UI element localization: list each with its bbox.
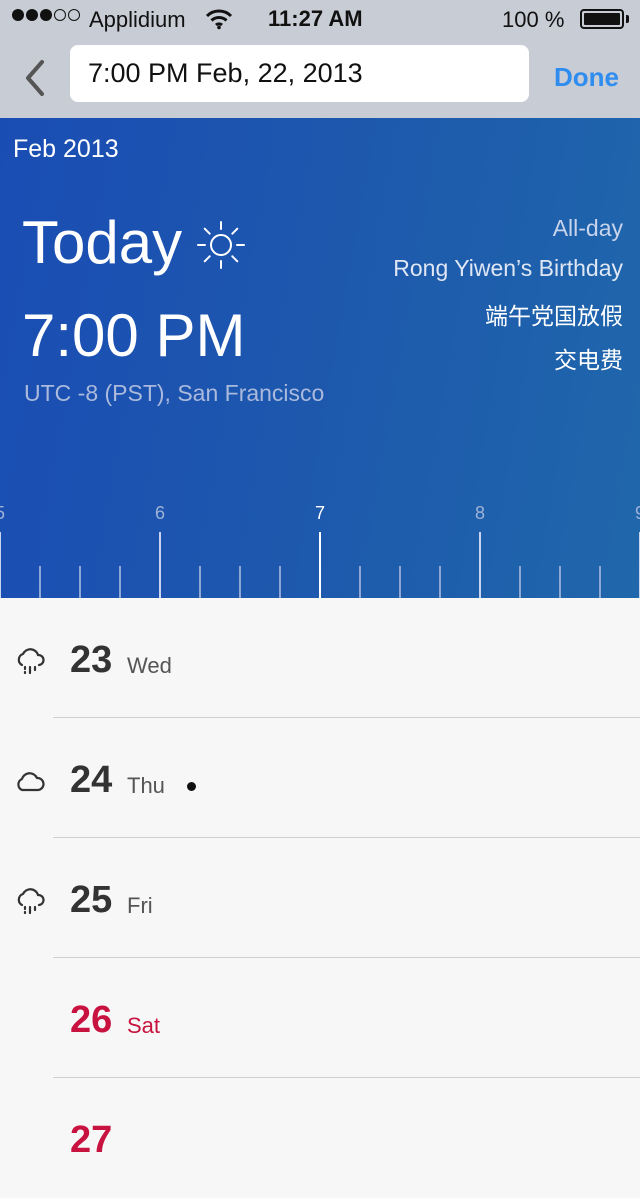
event-all-day-header[interactable]: All-day xyxy=(553,215,623,242)
rain-cloud-icon xyxy=(14,646,46,683)
day-number: 27 xyxy=(70,1119,113,1161)
battery-icon xyxy=(580,9,624,29)
ruler-current-tick xyxy=(319,532,321,598)
day-name: Fri xyxy=(127,893,153,918)
day-row[interactable]: 25 Fri xyxy=(0,838,640,958)
day-row-weekend[interactable]: 26 Sat xyxy=(0,958,640,1078)
ruler-hour-tick xyxy=(159,532,161,598)
day-name: Thu xyxy=(127,773,165,798)
ruler-hour-label-active: 7 xyxy=(314,503,326,523)
clock: 11:27 AM xyxy=(268,6,363,31)
ruler-minor-tick xyxy=(279,566,281,598)
timezone-label: UTC -8 (PST), San Francisco xyxy=(24,380,325,406)
ruler-minor-tick xyxy=(599,566,601,598)
battery-tip xyxy=(626,15,629,23)
day-row[interactable]: 24 Thu xyxy=(0,718,640,838)
rain-cloud-icon xyxy=(14,886,46,923)
time-ruler-slider[interactable]: 5 6 7 8 9 xyxy=(0,498,640,598)
signal-strength-icon xyxy=(12,9,80,21)
ruler-minor-tick xyxy=(519,566,521,598)
ruler-hour-label: 8 xyxy=(474,503,486,523)
ruler-minor-tick xyxy=(79,566,81,598)
ruler-hour-tick xyxy=(0,532,1,598)
day-name: Wed xyxy=(127,653,172,678)
status-bar: Applidium 11:27 AM 100 % xyxy=(0,0,640,40)
ruler-hour-label: 6 xyxy=(154,503,166,523)
day-number: 26 xyxy=(70,999,113,1041)
day-detail-header: Feb 2013 Today 7:00 PM UTC -8 (PST), San… xyxy=(0,118,640,598)
day-number: 24 xyxy=(70,759,113,801)
event-indicator-dot xyxy=(187,782,196,791)
month-label: Feb 2013 xyxy=(13,135,119,163)
event-item[interactable]: 端午党国放假 xyxy=(485,297,623,331)
event-item[interactable]: Rong Yiwen’s Birthday xyxy=(393,255,623,282)
wifi-icon xyxy=(205,8,233,36)
event-item[interactable]: 交电费 xyxy=(554,341,623,375)
ruler-minor-tick xyxy=(359,566,361,598)
day-list[interactable]: 23 Wed 24 Thu 25 Fri 26 Sat 27 xyxy=(0,598,640,1161)
day-row-weekend[interactable]: 27 xyxy=(0,1078,640,1198)
sun-icon xyxy=(196,220,246,275)
ruler-minor-tick xyxy=(399,566,401,598)
ruler-minor-tick xyxy=(119,566,121,598)
day-number: 25 xyxy=(70,879,113,921)
ruler-minor-tick xyxy=(199,566,201,598)
ruler-hour-tick xyxy=(479,532,481,598)
nav-bar: Done xyxy=(0,40,640,118)
ruler-minor-tick xyxy=(439,566,441,598)
ruler-hour-label: 9 xyxy=(635,503,640,524)
battery-percent: 100 % xyxy=(502,7,565,32)
chevron-left-icon xyxy=(26,60,44,96)
date-time-input[interactable] xyxy=(70,45,529,102)
carrier-name: Applidium xyxy=(89,7,186,32)
selected-time: 7:00 PM xyxy=(22,302,246,369)
day-title: Today xyxy=(22,209,183,276)
back-button[interactable] xyxy=(18,56,54,100)
day-name: Sat xyxy=(127,1013,161,1038)
day-row[interactable]: 23 Wed xyxy=(0,598,640,718)
ruler-minor-tick xyxy=(559,566,561,598)
done-button[interactable]: Done xyxy=(554,62,619,93)
ruler-hour-label: 5 xyxy=(0,503,5,524)
day-number: 23 xyxy=(70,639,113,681)
ruler-minor-tick xyxy=(239,566,241,598)
cloud-icon xyxy=(14,766,46,803)
ruler-minor-tick xyxy=(39,566,41,598)
